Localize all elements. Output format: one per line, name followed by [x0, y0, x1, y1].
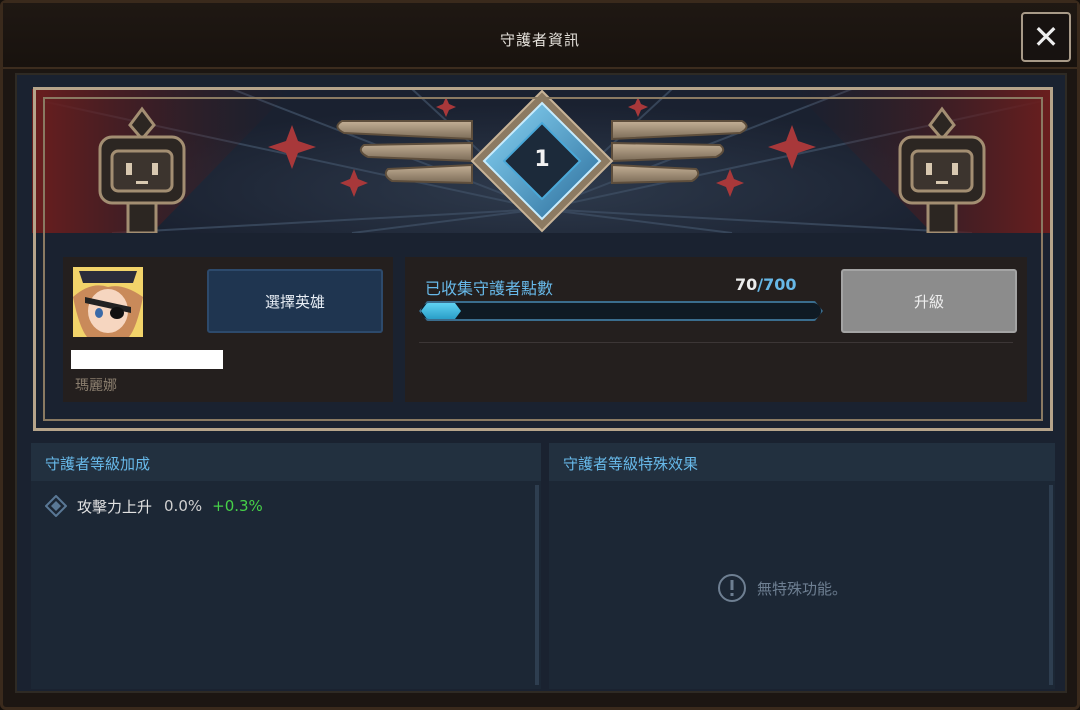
level-bonus-title: 守護者等級加成: [31, 443, 541, 481]
special-effect-panel: 守護者等級特殊效果 無特殊功能。: [549, 443, 1055, 689]
special-effect-scrollbar[interactable]: [1049, 485, 1053, 685]
level-bonus-panel: 守護者等級加成 攻擊力上升 0.0% +0.3%: [31, 443, 541, 689]
no-effect-notice: 無特殊功能。: [717, 573, 847, 603]
points-divider: [419, 342, 1013, 343]
diamond-bullet-icon: [45, 495, 67, 517]
title-bar: 守護者資訊 ✕: [3, 3, 1077, 69]
redacted-name-bar: [71, 350, 223, 369]
guardian-level: 1: [534, 147, 550, 172]
stat-name: 攻擊力上升: [77, 497, 153, 516]
stat-bonus-value: +0.3%: [212, 497, 263, 515]
points-current: 70: [735, 275, 758, 294]
hero-panel: 選擇英雄 瑪麗娜: [63, 257, 393, 402]
hero-name: 瑪麗娜: [75, 378, 117, 394]
points-progress-fill: [421, 303, 461, 319]
content-area: 1 選擇英雄 瑪麗娜 已收集守護者點數 70/700 升級 守護者等級加成 攻擊…: [15, 73, 1067, 693]
close-icon[interactable]: ✕: [1033, 21, 1060, 53]
close-button[interactable]: ✕: [1021, 12, 1071, 62]
points-label: 已收集守護者點數: [425, 279, 554, 298]
select-hero-button[interactable]: 選擇英雄: [207, 269, 383, 333]
special-effect-title: 守護者等級特殊效果: [549, 443, 1055, 481]
exclamation-icon: [718, 574, 746, 602]
hero-portrait[interactable]: [73, 267, 143, 337]
level-bonus-scrollbar[interactable]: [535, 485, 539, 685]
stat-row: 攻擊力上升 0.0% +0.3%: [45, 495, 263, 517]
no-effect-text: 無特殊功能。: [757, 579, 848, 598]
points-count: 70/700: [735, 275, 797, 294]
guardian-info-window: 守護者資訊 ✕ 1 選擇英雄 瑪麗娜 已收集守護者點數 70/700 升級 守護…: [0, 0, 1080, 710]
points-panel: 已收集守護者點數 70/700 升級: [405, 257, 1027, 402]
stat-base-value: 0.0%: [164, 497, 203, 515]
guardian-banner: 1: [32, 89, 1052, 233]
points-max: 700: [763, 275, 797, 294]
points-progress-bar: [419, 301, 823, 321]
window-title: 守護者資訊: [499, 31, 580, 49]
upgrade-button[interactable]: 升級: [841, 269, 1017, 333]
